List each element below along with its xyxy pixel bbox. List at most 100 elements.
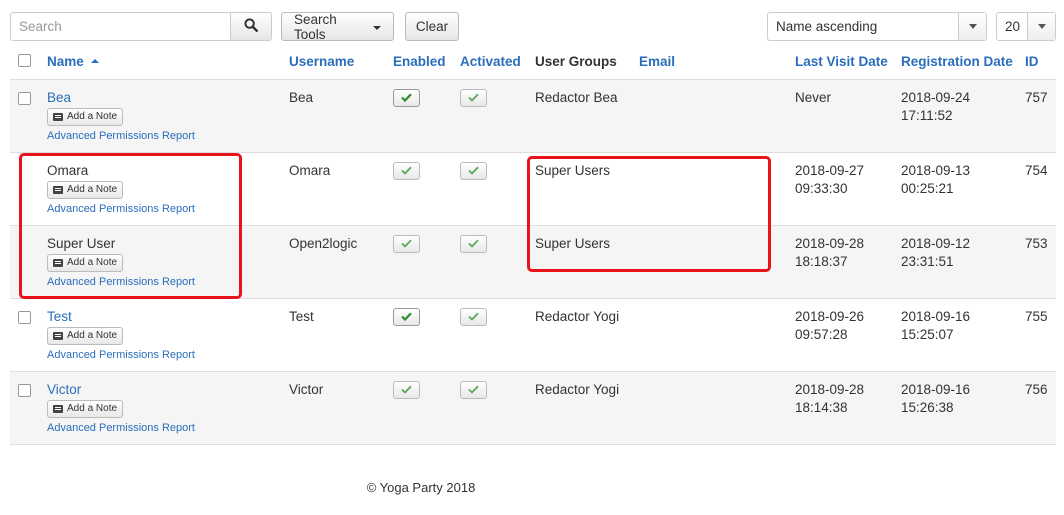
limit-select-value: 20 (1005, 19, 1021, 34)
search-input[interactable] (10, 12, 231, 41)
last-visit-date: Never (795, 89, 832, 105)
last-visit-time: 09:33:30 (795, 180, 848, 196)
clear-label: Clear (415, 19, 449, 34)
table-row: Super User Add a Note Advanced Permissio… (10, 225, 1056, 299)
column-header-name-label[interactable]: Name (47, 54, 84, 69)
enabled-cell (393, 371, 460, 445)
add-note-button[interactable]: Add a Note (47, 180, 124, 199)
sort-select-arrow[interactable] (958, 13, 986, 40)
activated-toggle[interactable] (460, 234, 487, 253)
activated-toggle[interactable] (460, 380, 487, 399)
add-note-button[interactable]: Add a Note (47, 107, 124, 126)
registration-time: 00:25:21 (901, 180, 954, 196)
column-header-id-label[interactable]: ID (1025, 54, 1039, 69)
note-icon (53, 112, 63, 121)
limit-select-arrow[interactable] (1027, 13, 1055, 40)
permissions-report-link[interactable]: Advanced Permissions Report (47, 127, 289, 145)
column-header-registration-label[interactable]: Registration Date (901, 54, 1013, 69)
check-icon (401, 385, 412, 394)
last-visit-date: 2018-09-28 (795, 235, 865, 251)
permissions-report-link[interactable]: Advanced Permissions Report (47, 419, 289, 437)
column-header-last-visit[interactable]: Last Visit Date (795, 45, 901, 80)
search-button[interactable] (230, 12, 272, 41)
row-select-cell (10, 298, 47, 372)
add-note-button[interactable]: Add a Note (47, 326, 124, 345)
registration-date: 2018-09-24 (901, 89, 971, 105)
user-groups-cell: Super Users (535, 225, 639, 299)
enabled-toggle[interactable] (393, 307, 420, 326)
select-all-checkbox[interactable] (18, 53, 31, 67)
check-icon (401, 239, 412, 248)
activated-toggle[interactable] (460, 307, 487, 326)
enabled-toggle[interactable] (393, 88, 420, 107)
permissions-report-link[interactable]: Advanced Permissions Report (47, 273, 289, 291)
row-checkbox[interactable] (18, 383, 31, 397)
username-cell: Omara (289, 152, 393, 226)
activated-toggle[interactable] (460, 88, 487, 107)
enabled-toggle[interactable] (393, 380, 420, 399)
registration-cell: 2018-09-16 15:26:38 (901, 371, 1025, 445)
last-visit-time: 18:18:37 (795, 253, 848, 269)
row-checkbox[interactable] (18, 310, 31, 324)
sort-select-value: Name ascending (776, 19, 878, 34)
row-checkbox[interactable] (18, 91, 31, 105)
column-header-user-groups: User Groups (535, 45, 639, 80)
user-groups-cell: Super Users (535, 152, 639, 226)
registration-time: 15:26:38 (901, 399, 954, 415)
permissions-report-link[interactable]: Advanced Permissions Report (47, 346, 289, 364)
enabled-cell (393, 225, 460, 299)
activated-toggle[interactable] (460, 161, 487, 180)
add-note-label: Add a Note (67, 402, 118, 414)
user-name-link[interactable]: Victor (47, 382, 81, 397)
column-header-activated-label[interactable]: Activated (460, 54, 521, 69)
table-row: Test Add a Note Advanced Permissions Rep… (10, 298, 1056, 372)
add-note-button[interactable]: Add a Note (47, 399, 124, 418)
activated-cell (460, 152, 535, 226)
registration-cell: 2018-09-12 23:31:51 (901, 225, 1025, 299)
limit-select[interactable]: 20 (996, 12, 1056, 41)
column-header-registration[interactable]: Registration Date (901, 45, 1025, 80)
clear-button[interactable]: Clear (405, 12, 459, 41)
note-icon (53, 404, 63, 413)
column-header-enabled-label[interactable]: Enabled (393, 54, 446, 69)
column-header-email[interactable]: Email (639, 45, 795, 80)
add-note-button[interactable]: Add a Note (47, 253, 124, 272)
name-cell: Bea Add a Note Advanced Permissions Repo… (47, 79, 289, 153)
check-icon (468, 239, 479, 248)
column-header-activated[interactable]: Activated (460, 45, 535, 80)
table-row: Omara Add a Note Advanced Permissions Re… (10, 152, 1056, 226)
sort-select[interactable]: Name ascending (767, 12, 987, 41)
column-header-username-label[interactable]: Username (289, 54, 354, 69)
email-cell (639, 298, 795, 372)
enabled-toggle[interactable] (393, 161, 420, 180)
column-header-last-visit-label[interactable]: Last Visit Date (795, 54, 888, 69)
user-groups-cell: Redactor Yogi (535, 298, 639, 372)
id-cell: 753 (1025, 225, 1056, 299)
search-tools-button[interactable]: Search Tools (281, 12, 394, 42)
enabled-toggle[interactable] (393, 234, 420, 253)
column-header-enabled[interactable]: Enabled (393, 45, 460, 80)
last-visit-cell: 2018-09-28 18:18:37 (795, 225, 901, 299)
column-header-email-label[interactable]: Email (639, 54, 675, 69)
column-header-name[interactable]: Name (47, 45, 289, 80)
add-note-label: Add a Note (67, 183, 118, 195)
column-header-id[interactable]: ID (1025, 45, 1056, 80)
filter-toolbar: Search Tools Clear Name ascending 20 (10, 12, 1056, 42)
column-header-username[interactable]: Username (289, 45, 393, 80)
registration-date: 2018-09-13 (901, 162, 971, 178)
email-cell (639, 152, 795, 226)
permissions-report-link[interactable]: Advanced Permissions Report (47, 200, 289, 218)
user-name-link[interactable]: Bea (47, 90, 71, 105)
last-visit-cell: Never (795, 79, 901, 153)
registration-date: 2018-09-12 (901, 235, 971, 251)
last-visit-date: 2018-09-28 (795, 381, 865, 397)
id-cell: 754 (1025, 152, 1056, 226)
user-name-link[interactable]: Test (47, 309, 72, 324)
select-all-cell (10, 45, 47, 80)
caret-down-icon (968, 24, 977, 29)
id-cell: 755 (1025, 298, 1056, 372)
caret-down-icon (1037, 24, 1046, 29)
last-visit-time: 09:57:28 (795, 326, 848, 342)
check-icon (468, 93, 479, 102)
registration-date: 2018-09-16 (901, 308, 971, 324)
